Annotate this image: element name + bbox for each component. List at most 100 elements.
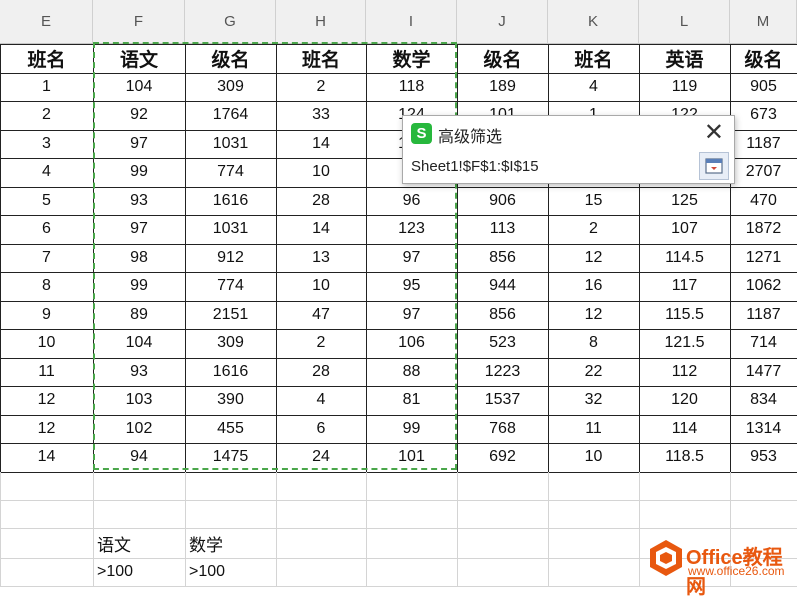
- table-cell[interactable]: 1477: [730, 358, 797, 387]
- table-cell[interactable]: 103: [93, 386, 185, 415]
- table-cell[interactable]: 98: [93, 244, 185, 273]
- table-cell[interactable]: 470: [730, 187, 797, 216]
- table-cell[interactable]: 692: [457, 443, 548, 472]
- table-cell[interactable]: 1616: [185, 358, 276, 387]
- table-cell[interactable]: 2: [548, 215, 639, 244]
- column-header-l[interactable]: L: [639, 0, 730, 44]
- table-cell[interactable]: 107: [639, 215, 730, 244]
- table-cell[interactable]: 13: [276, 244, 366, 273]
- table-cell[interactable]: 14: [276, 215, 366, 244]
- table-cell[interactable]: 14: [276, 130, 366, 159]
- close-icon[interactable]: ✕: [704, 119, 724, 147]
- table-cell[interactable]: 7: [0, 244, 93, 273]
- table-cell[interactable]: 89: [93, 301, 185, 330]
- table-cell[interactable]: 123: [366, 215, 457, 244]
- table-cell[interactable]: 47: [276, 301, 366, 330]
- table-cell[interactable]: 118.5: [639, 443, 730, 472]
- table-cell[interactable]: 1031: [185, 215, 276, 244]
- table-cell[interactable]: 1187: [730, 130, 797, 159]
- header-cell[interactable]: 级名: [457, 44, 548, 73]
- table-cell[interactable]: 8: [0, 272, 93, 301]
- column-header-m[interactable]: M: [730, 0, 797, 44]
- header-cell[interactable]: 语文: [93, 44, 185, 73]
- table-cell[interactable]: 112: [639, 358, 730, 387]
- table-cell[interactable]: 104: [93, 329, 185, 358]
- table-cell[interactable]: 1: [0, 73, 93, 102]
- header-cell[interactable]: 英语: [639, 44, 730, 73]
- table-cell[interactable]: 95: [366, 272, 457, 301]
- column-header-j[interactable]: J: [457, 0, 548, 44]
- table-cell[interactable]: 12: [0, 415, 93, 444]
- table-cell[interactable]: 115.5: [639, 301, 730, 330]
- table-cell[interactable]: 1187: [730, 301, 797, 330]
- header-cell[interactable]: 级名: [185, 44, 276, 73]
- table-cell[interactable]: 2: [276, 73, 366, 102]
- table-cell[interactable]: 97: [93, 215, 185, 244]
- table-cell[interactable]: 93: [93, 187, 185, 216]
- table-cell[interactable]: 114.5: [639, 244, 730, 273]
- table-cell[interactable]: 6: [0, 215, 93, 244]
- table-cell[interactable]: 22: [548, 358, 639, 387]
- table-cell[interactable]: 905: [730, 73, 797, 102]
- table-cell[interactable]: 117: [639, 272, 730, 301]
- table-cell[interactable]: 523: [457, 329, 548, 358]
- table-cell[interactable]: 906: [457, 187, 548, 216]
- table-cell[interactable]: 10: [0, 329, 93, 358]
- column-header-h[interactable]: H: [276, 0, 366, 44]
- table-cell[interactable]: 24: [276, 443, 366, 472]
- column-header-f[interactable]: F: [93, 0, 185, 44]
- header-cell[interactable]: 班名: [0, 44, 93, 73]
- table-cell[interactable]: 953: [730, 443, 797, 472]
- table-cell[interactable]: 309: [185, 73, 276, 102]
- table-cell[interactable]: 1062: [730, 272, 797, 301]
- table-cell[interactable]: 15: [548, 187, 639, 216]
- table-cell[interactable]: 9: [0, 301, 93, 330]
- table-cell[interactable]: 101: [366, 443, 457, 472]
- table-cell[interactable]: 4: [548, 73, 639, 102]
- header-cell[interactable]: 班名: [548, 44, 639, 73]
- table-cell[interactable]: 912: [185, 244, 276, 273]
- table-cell[interactable]: 12: [548, 301, 639, 330]
- table-cell[interactable]: 97: [366, 301, 457, 330]
- table-cell[interactable]: 97: [366, 244, 457, 273]
- table-cell[interactable]: 714: [730, 329, 797, 358]
- criteria-label-chinese[interactable]: 语文: [93, 528, 185, 558]
- table-cell[interactable]: 14: [0, 443, 93, 472]
- table-cell[interactable]: 1314: [730, 415, 797, 444]
- table-cell[interactable]: 1475: [185, 443, 276, 472]
- table-cell[interactable]: 856: [457, 244, 548, 273]
- table-cell[interactable]: 10: [276, 272, 366, 301]
- table-cell[interactable]: 81: [366, 386, 457, 415]
- table-cell[interactable]: 97: [93, 130, 185, 159]
- table-cell[interactable]: 12: [0, 386, 93, 415]
- table-cell[interactable]: 4: [276, 386, 366, 415]
- table-cell[interactable]: 121.5: [639, 329, 730, 358]
- table-cell[interactable]: 106: [366, 329, 457, 358]
- criteria-label-math[interactable]: 数学: [185, 528, 276, 558]
- table-cell[interactable]: 28: [276, 358, 366, 387]
- table-cell[interactable]: 1872: [730, 215, 797, 244]
- table-cell[interactable]: 16: [548, 272, 639, 301]
- table-cell[interactable]: 455: [185, 415, 276, 444]
- range-input[interactable]: Sheet1!$F$1:$I$15: [411, 153, 698, 179]
- table-cell[interactable]: 673: [730, 101, 797, 130]
- table-cell[interactable]: 1616: [185, 187, 276, 216]
- table-cell[interactable]: 1764: [185, 101, 276, 130]
- table-cell[interactable]: 92: [93, 101, 185, 130]
- criteria-value-chinese[interactable]: >100: [93, 558, 185, 586]
- table-cell[interactable]: 774: [185, 272, 276, 301]
- table-cell[interactable]: 390: [185, 386, 276, 415]
- table-cell[interactable]: 856: [457, 301, 548, 330]
- header-cell[interactable]: 数学: [366, 44, 457, 73]
- column-header-g[interactable]: G: [185, 0, 276, 44]
- table-cell[interactable]: 32: [548, 386, 639, 415]
- table-cell[interactable]: 94: [93, 443, 185, 472]
- table-cell[interactable]: 125: [639, 187, 730, 216]
- table-cell[interactable]: 2151: [185, 301, 276, 330]
- table-cell[interactable]: 309: [185, 329, 276, 358]
- header-cell[interactable]: 级名: [730, 44, 797, 73]
- table-cell[interactable]: 2: [0, 101, 93, 130]
- table-cell[interactable]: 1223: [457, 358, 548, 387]
- dialog-titlebar[interactable]: S 高级筛选 ✕: [403, 116, 734, 150]
- table-cell[interactable]: 28: [276, 187, 366, 216]
